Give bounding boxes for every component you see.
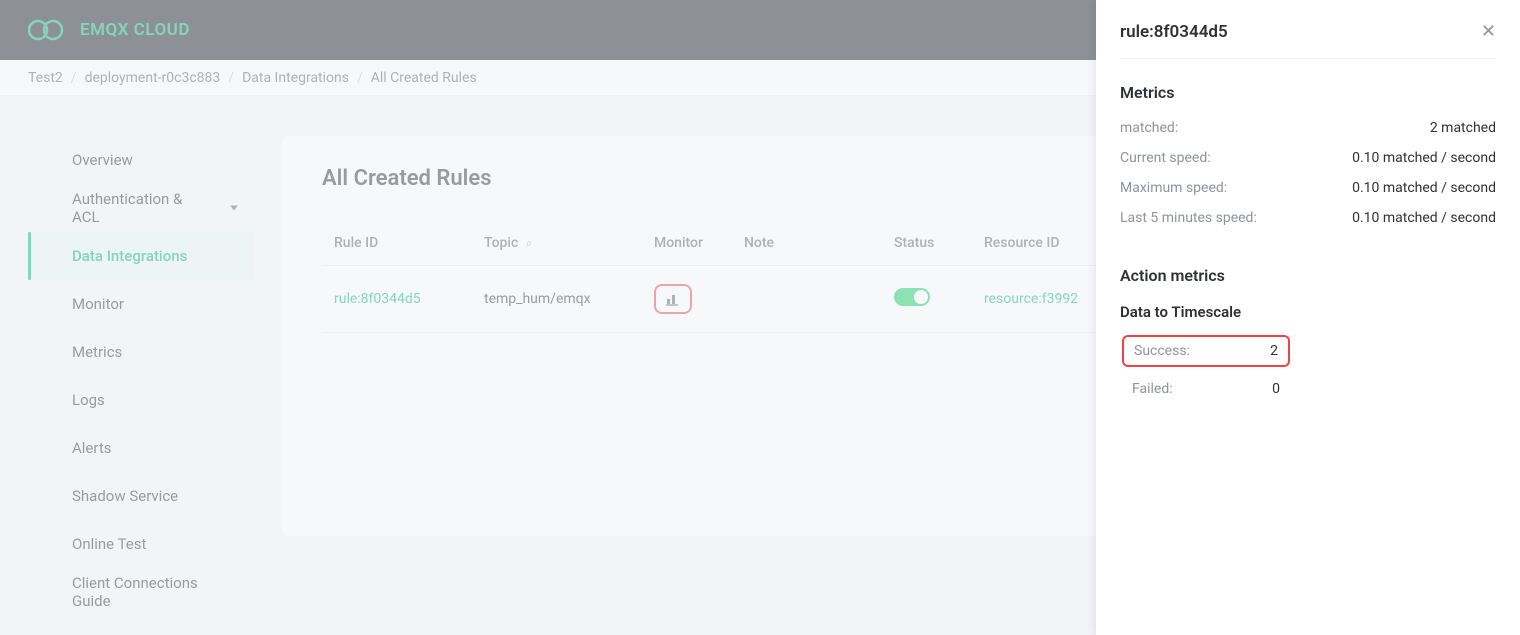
metric-value: 0 [1272, 381, 1280, 397]
sidebar-item-shadow-service[interactable]: Shadow Service [28, 472, 254, 520]
metrics-heading: Metrics [1120, 83, 1496, 102]
metric-row-5min-speed: Last 5 minutes speed: 0.10 matched / sec… [1120, 210, 1496, 226]
sidebar-item-overview[interactable]: Overview [28, 136, 254, 184]
breadcrumb-item[interactable]: All Created Rules [371, 70, 477, 86]
metric-label: Maximum speed: [1120, 180, 1227, 196]
close-icon[interactable]: ✕ [1481, 23, 1496, 41]
col-rule-id: Rule ID [322, 221, 472, 266]
sidebar-item-auth-acl[interactable]: Authentication & ACL [28, 184, 254, 232]
status-switch[interactable] [894, 288, 930, 306]
col-note: Note [732, 221, 882, 266]
breadcrumb-sep: / [71, 70, 77, 86]
metric-value: 2 [1270, 343, 1278, 359]
sidebar-item-online-test[interactable]: Online Test [28, 520, 254, 568]
sidebar-item-client-connections-guide[interactable]: Client Connections Guide [28, 568, 254, 616]
col-topic[interactable]: Topic ⌕ [472, 221, 642, 266]
emqx-logo-icon [28, 18, 70, 42]
metric-row-current-speed: Current speed: 0.10 matched / second [1120, 150, 1496, 166]
search-icon[interactable]: ⌕ [526, 236, 533, 250]
metric-label: Last 5 minutes speed: [1120, 210, 1257, 226]
resource-id-link[interactable]: resource:f3992 [984, 291, 1078, 307]
cell-note [732, 266, 882, 333]
col-monitor: Monitor [642, 221, 732, 266]
sidebar-item-metrics[interactable]: Metrics [28, 328, 254, 376]
brand-logo[interactable]: EMQX CLOUD [28, 18, 190, 42]
sidebar: Overview Authentication & ACL Data Integ… [0, 96, 282, 635]
metric-label: Failed: [1132, 381, 1173, 397]
sidebar-item-logs[interactable]: Logs [28, 376, 254, 424]
sidebar-item-data-integrations[interactable]: Data Integrations [28, 232, 254, 280]
metric-label: matched: [1120, 120, 1178, 136]
breadcrumb-item[interactable]: Test2 [28, 70, 63, 86]
cell-topic: temp_hum/emqx [472, 266, 642, 333]
bar-chart-icon [665, 291, 681, 307]
metric-label: Current speed: [1120, 150, 1211, 166]
rule-id-link[interactable]: rule:8f0344d5 [334, 291, 421, 307]
sidebar-item-alerts[interactable]: Alerts [28, 424, 254, 472]
metric-value: 0.10 matched / second [1352, 180, 1496, 196]
monitor-button[interactable] [654, 284, 692, 314]
drawer-header: rule:8f0344d5 ✕ [1120, 22, 1496, 59]
success-metric-row: Success: 2 [1122, 335, 1290, 367]
metric-label: Success: [1134, 343, 1190, 359]
metric-value: 0.10 matched / second [1352, 150, 1496, 166]
sidebar-item-monitor[interactable]: Monitor [28, 280, 254, 328]
drawer-title: rule:8f0344d5 [1120, 22, 1228, 42]
metric-value: 0.10 matched / second [1352, 210, 1496, 226]
breadcrumb-item[interactable]: Data Integrations [242, 70, 349, 86]
col-topic-label: Topic [484, 235, 518, 251]
action-subtitle: Data to Timescale [1120, 303, 1496, 321]
metric-row-max-speed: Maximum speed: 0.10 matched / second [1120, 180, 1496, 196]
metric-value: 2 matched [1430, 120, 1496, 136]
brand-text: EMQX CLOUD [80, 20, 190, 40]
action-metrics-heading: Action metrics [1120, 266, 1496, 285]
breadcrumb-item[interactable]: deployment-r0c3c883 [85, 70, 221, 86]
metric-row-matched: matched: 2 matched [1120, 120, 1496, 136]
rule-detail-drawer: rule:8f0344d5 ✕ Metrics matched: 2 match… [1096, 0, 1520, 635]
breadcrumb-sep: / [228, 70, 234, 86]
col-status: Status [882, 221, 972, 266]
breadcrumb-sep: / [357, 70, 363, 86]
failed-metric-row: Failed: 0 [1122, 375, 1290, 403]
